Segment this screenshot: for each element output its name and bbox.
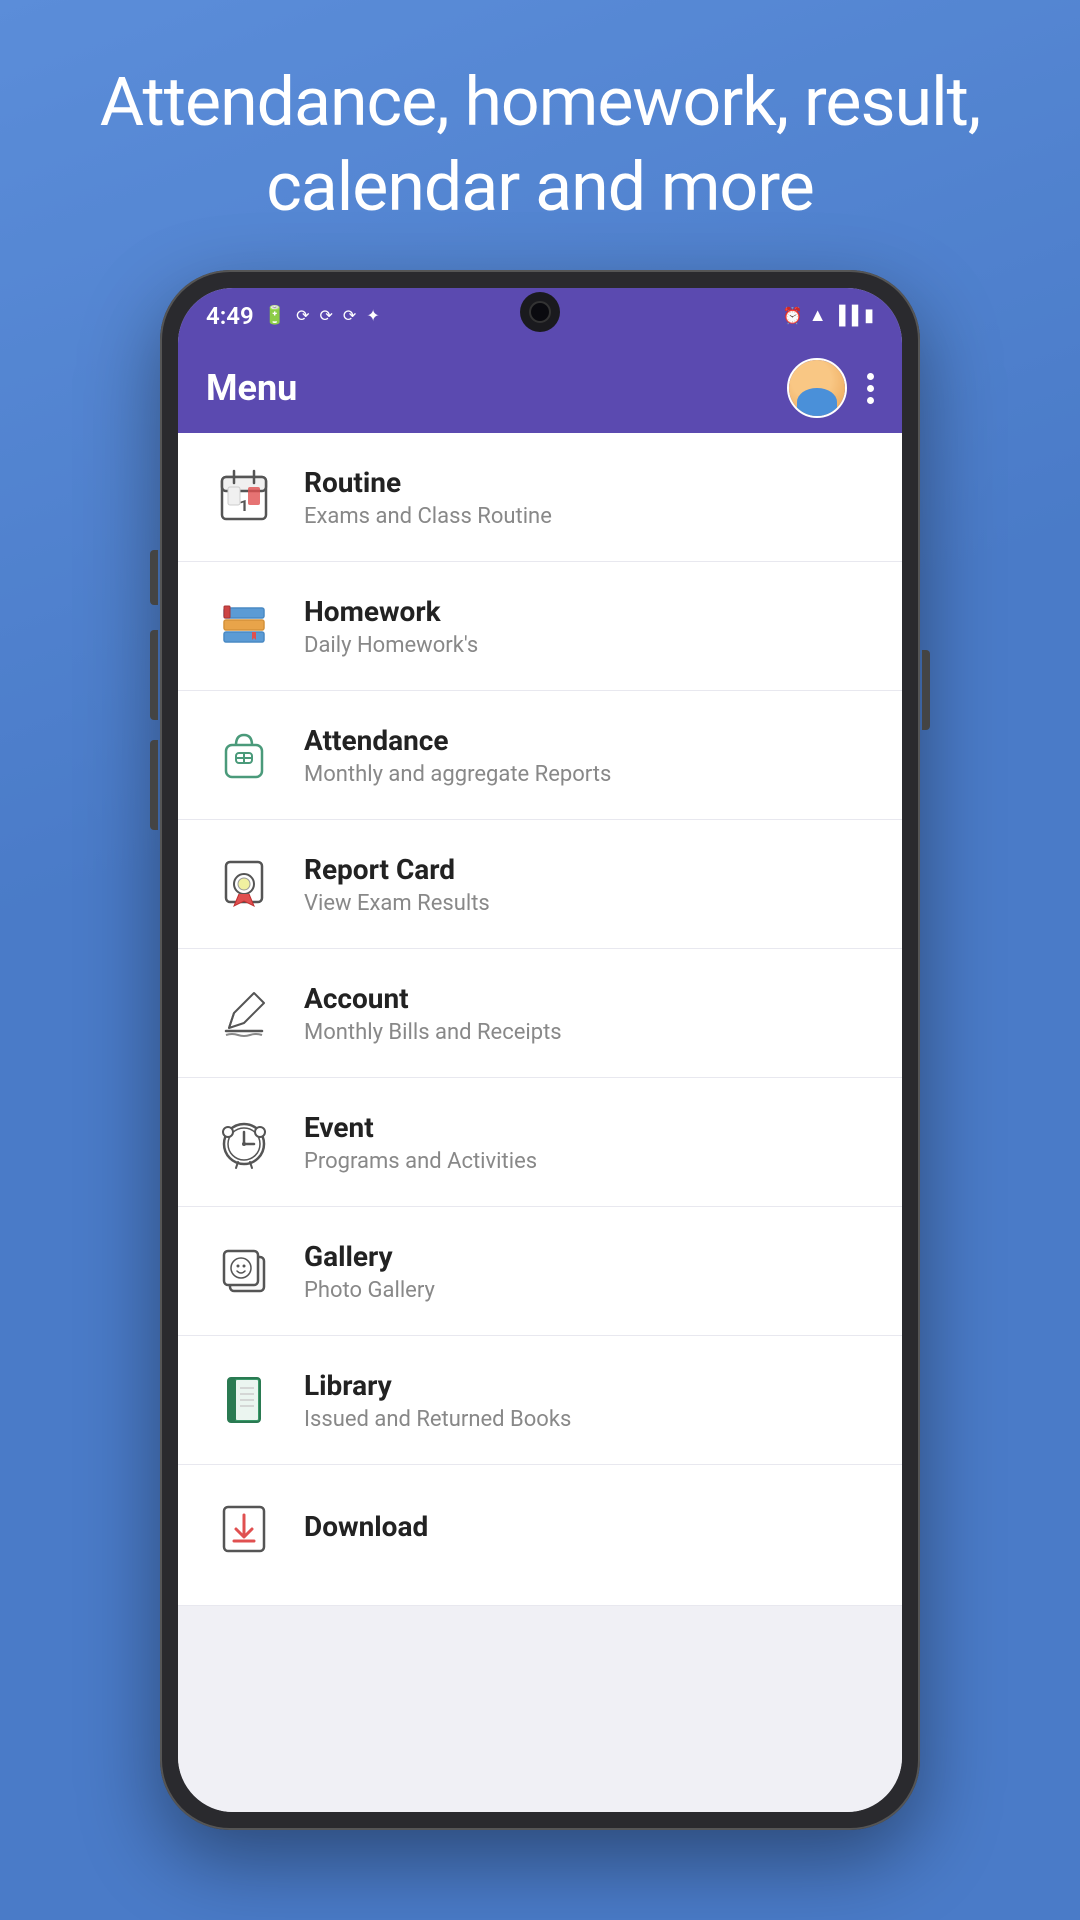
homework-text: Homework Daily Homework's — [304, 595, 872, 658]
sync-icon: ⟳ — [296, 306, 309, 325]
avatar[interactable] — [787, 358, 847, 418]
wifi-icon: ▲ — [809, 305, 827, 326]
silent-button — [150, 550, 158, 605]
report-card-title: Report Card — [304, 853, 872, 886]
alarm-status-icon: ⏰ — [783, 306, 803, 325]
menu-item-gallery[interactable]: Gallery Photo Gallery — [178, 1207, 902, 1336]
library-title: Library — [304, 1369, 872, 1402]
report-card-text: Report Card View Exam Results — [304, 853, 872, 916]
slack-icon: ✦ — [366, 306, 379, 325]
power-button — [922, 650, 930, 730]
report-card-subtitle: View Exam Results — [304, 891, 872, 916]
menu-item-routine[interactable]: 1 Routine Exams and Class Routine — [178, 433, 902, 562]
svg-text:1: 1 — [239, 496, 248, 515]
routine-icon: 1 — [208, 461, 280, 533]
menu-item-library[interactable]: Library Issued and Returned Books — [178, 1336, 902, 1465]
gallery-icon — [208, 1235, 280, 1307]
sync2-icon: ⟳ — [320, 306, 333, 325]
download-title: Download — [304, 1510, 872, 1543]
attendance-icon — [208, 719, 280, 791]
library-icon — [208, 1364, 280, 1436]
homework-subtitle: Daily Homework's — [304, 633, 872, 658]
menu-item-report-card[interactable]: Report Card View Exam Results — [178, 820, 902, 949]
app-bar-title: Menu — [206, 367, 297, 409]
phone-screen: 4:49 🔋 ⟳ ⟳ ⟳ ✦ ⏰ ▲ ▐▐ ▮ Menu — [178, 288, 902, 1812]
event-title: Event — [304, 1111, 872, 1144]
homework-icon — [208, 590, 280, 662]
app-bar: Menu — [178, 343, 902, 433]
event-subtitle: Programs and Activities — [304, 1149, 872, 1174]
menu-list: 1 Routine Exams and Class Routine — [178, 433, 902, 1812]
phone-frame: 4:49 🔋 ⟳ ⟳ ⟳ ✦ ⏰ ▲ ▐▐ ▮ Menu — [160, 270, 920, 1830]
download-text: Download — [304, 1510, 872, 1548]
gallery-title: Gallery — [304, 1240, 872, 1273]
camera-lens — [529, 301, 551, 323]
attendance-text: Attendance Monthly and aggregate Reports — [304, 724, 872, 787]
report-card-icon — [208, 848, 280, 920]
account-text: Account Monthly Bills and Receipts — [304, 982, 872, 1045]
download-icon — [208, 1493, 280, 1565]
account-title: Account — [304, 982, 872, 1015]
notification-icon: 🔋 — [264, 305, 286, 326]
library-subtitle: Issued and Returned Books — [304, 1407, 872, 1432]
menu-item-attendance[interactable]: Attendance Monthly and aggregate Reports — [178, 691, 902, 820]
menu-item-homework[interactable]: Homework Daily Homework's — [178, 562, 902, 691]
volume-up-button — [150, 630, 158, 720]
routine-text: Routine Exams and Class Routine — [304, 466, 872, 529]
event-text: Event Programs and Activities — [304, 1111, 872, 1174]
library-text: Library Issued and Returned Books — [304, 1369, 872, 1432]
routine-title: Routine — [304, 466, 872, 499]
app-bar-right — [787, 358, 874, 418]
status-icons-right: ⏰ ▲ ▐▐ ▮ — [783, 305, 874, 326]
account-subtitle: Monthly Bills and Receipts — [304, 1020, 872, 1045]
menu-item-download[interactable]: Download — [178, 1465, 902, 1606]
hero-text: Attendance, homework, result, calendar a… — [0, 0, 1080, 270]
avatar-image — [789, 360, 845, 416]
attendance-subtitle: Monthly and aggregate Reports — [304, 762, 872, 787]
signal-icon: ▐▐ — [833, 305, 859, 326]
battery-icon: ▮ — [864, 305, 874, 326]
gallery-subtitle: Photo Gallery — [304, 1278, 872, 1303]
status-left: 4:49 🔋 ⟳ ⟳ ⟳ ✦ — [206, 302, 380, 330]
routine-subtitle: Exams and Class Routine — [304, 504, 872, 529]
menu-item-account[interactable]: Account Monthly Bills and Receipts — [178, 949, 902, 1078]
status-time: 4:49 — [206, 302, 254, 330]
account-icon — [208, 977, 280, 1049]
attendance-title: Attendance — [304, 724, 872, 757]
avatar-body — [797, 388, 836, 416]
menu-item-event[interactable]: Event Programs and Activities — [178, 1078, 902, 1207]
volume-down-button — [150, 740, 158, 830]
more-options-button[interactable] — [867, 373, 874, 404]
gallery-text: Gallery Photo Gallery — [304, 1240, 872, 1303]
sync3-icon: ⟳ — [343, 306, 356, 325]
homework-title: Homework — [304, 595, 872, 628]
event-icon — [208, 1106, 280, 1178]
front-camera — [520, 292, 560, 332]
